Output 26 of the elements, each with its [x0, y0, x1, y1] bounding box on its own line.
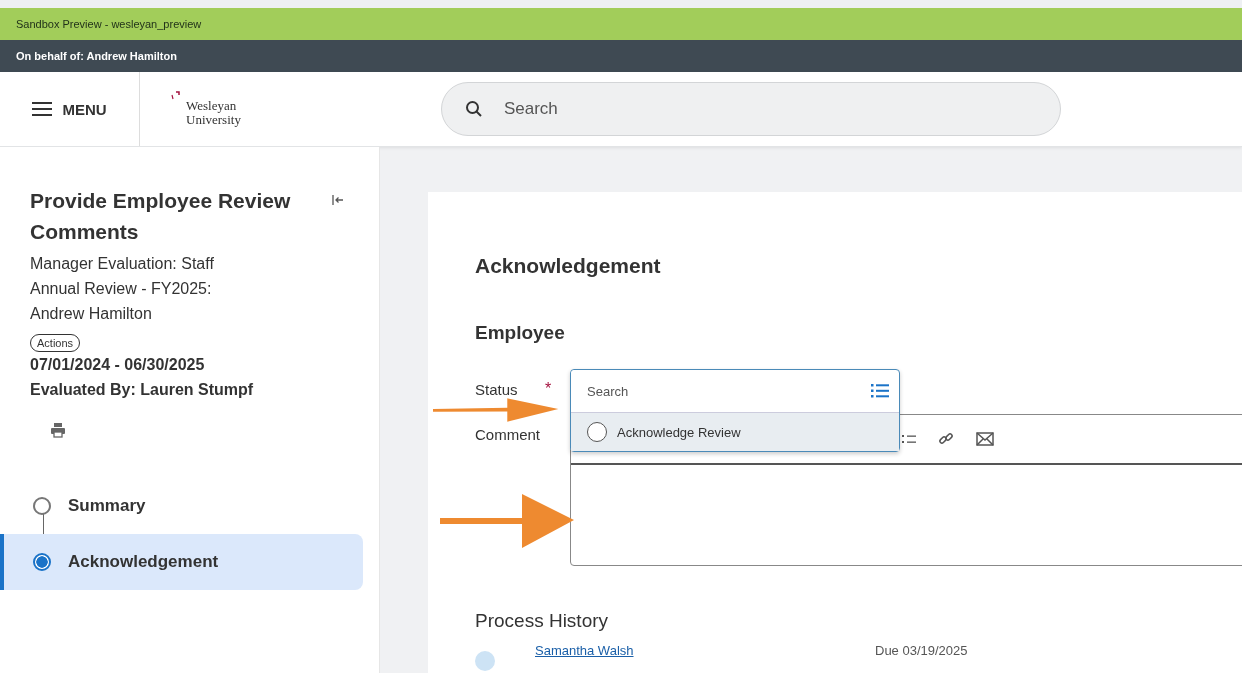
option-label: Acknowledge Review — [617, 424, 741, 440]
required-mark: * — [545, 380, 553, 398]
university-logo[interactable]: Wesleyan University — [170, 91, 241, 127]
form-heading: Acknowledgement — [475, 253, 662, 279]
banner-text: On behalf of: Andrew Hamilton — [16, 50, 177, 63]
search-field[interactable]: Search — [440, 82, 1061, 136]
task-title: Provide Employee Review Comments — [30, 188, 292, 245]
actions-button[interactable]: Actions — [30, 334, 81, 352]
person-link[interactable]: Samantha Walsh — [535, 643, 835, 658]
section-heading: Employee — [475, 321, 566, 345]
review-period: 07/01/2024 - 06/30/2025 — [30, 355, 206, 375]
field-label: Comment — [475, 426, 541, 444]
banner-text: Sandbox Preview - wesleyan_preview — [16, 18, 202, 30]
step-item[interactable]: Acknowledgement — [0, 534, 363, 590]
status-search-field[interactable]: Search — [571, 370, 871, 412]
step-item[interactable]: Summary — [0, 478, 363, 534]
logo-text: University — [186, 113, 241, 127]
evaluator: Evaluated By: Lauren Stumpf — [30, 380, 255, 400]
menu-button[interactable]: MENU — [0, 72, 140, 146]
task-subtitle: Manager Evaluation: Staff Annual Review - FY2025: Andrew Hamilton — [30, 254, 215, 324]
due-date: Due 03/19/2025 — [875, 643, 968, 658]
dropdown-option[interactable]: Acknowledge Review — [571, 412, 899, 451]
status-dropdown-menu[interactable]: Search Acknowledge Review — [570, 369, 900, 452]
field-label: Status — [475, 380, 519, 398]
section-heading: Process History — [475, 609, 610, 633]
logo-text: Wesleyan — [186, 99, 238, 113]
